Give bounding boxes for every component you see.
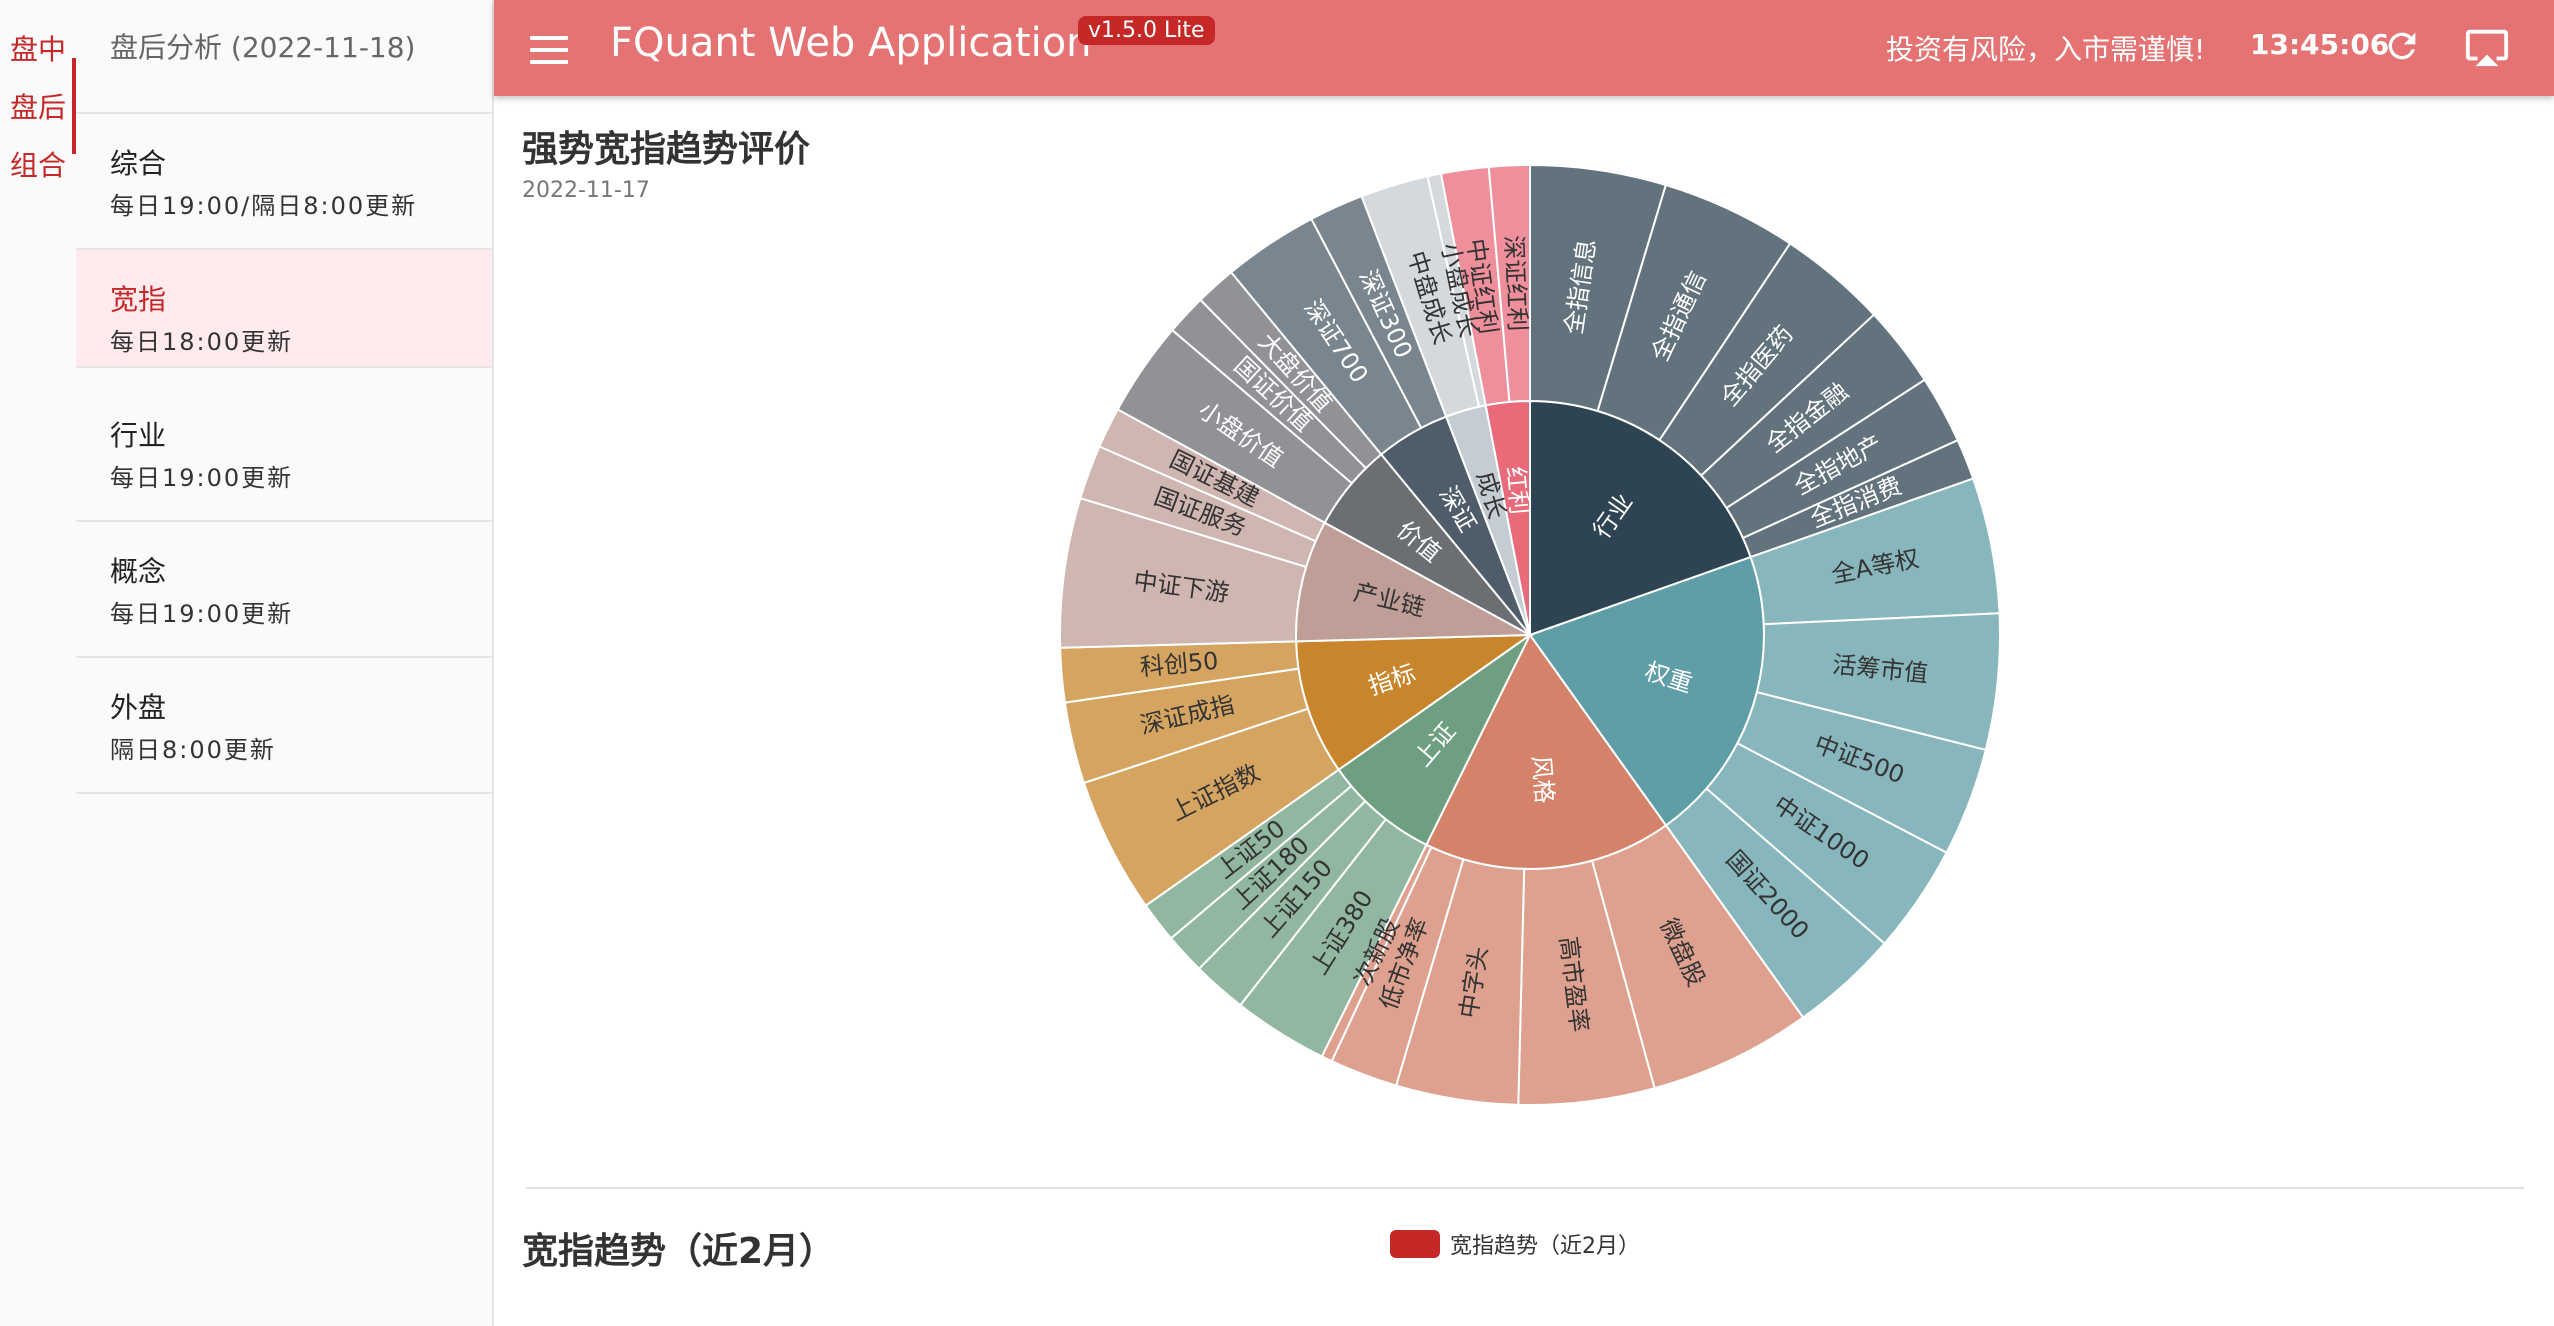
rail-item-label: 组合: [9, 149, 66, 182]
sidebar-item-broad-index[interactable]: 宽指 每日18:00更新: [76, 250, 492, 368]
sidebar-item-label: 概念: [110, 555, 167, 588]
sidebar: 盘后分析 (2022-11-18) 综合 每日19:00/隔日8:00更新 宽指…: [76, 0, 494, 1326]
sidebar-item-concept[interactable]: 概念 每日19:00更新: [76, 522, 492, 658]
sidebar-item-label: 外盘: [110, 691, 167, 724]
sidebar-item-schedule: 每日19:00/隔日8:00更新: [110, 192, 418, 220]
sidebar-item-label: 综合: [110, 147, 167, 180]
sidebar-item-overseas[interactable]: 外盘 隔日8:00更新: [76, 658, 492, 794]
legend-swatch: [1390, 1230, 1440, 1258]
sidebar-item-label: 宽指: [110, 283, 167, 316]
section-title-trend: 宽指趋势（近2月）: [522, 1231, 836, 1272]
risk-warning: 投资有风险，入市需谨慎!: [1886, 33, 2206, 66]
section-date: 2022-11-17: [522, 178, 650, 203]
sidebar-item-industry[interactable]: 行业 每日19:00更新: [76, 386, 492, 522]
sidebar-item-schedule: 每日19:00更新: [110, 600, 294, 628]
sunburst-chart: 行业 全指信息 全指通信 全指医药 全指金融 全指地产 全指消费 权重 全A等权 活筹市值 中证50…: [1020, 150, 2040, 1120]
app-bar: FQuant Web Application v1.5.0 Lite 投资有风险…: [494, 0, 2554, 96]
sidebar-item-label: 行业: [110, 419, 167, 452]
airplay-icon[interactable]: [2464, 24, 2510, 70]
sunburst-label: 红利: [1501, 465, 1533, 515]
menu-icon[interactable]: [530, 36, 568, 64]
sunburst-label: 风格: [1527, 754, 1559, 804]
sidebar-item-schedule: 每日18:00更新: [110, 328, 294, 356]
sidebar-title: 盘后分析 (2022-11-18): [110, 31, 416, 64]
sunburst-label: 深证红利: [1499, 235, 1531, 332]
rail-item-portfolio[interactable]: 组合: [0, 116, 76, 212]
chart-legend[interactable]: 宽指趋势（近2月）: [1390, 1228, 1640, 1260]
sunburst-svg: 行业全指信息 全指通信全指医药全指金融全指地产全指消费权重全A等权活筹市值中证50…: [1059, 163, 2001, 1106]
mode-rail: 盘中 盘后 组合: [0, 0, 76, 1326]
refresh-icon[interactable]: [2382, 26, 2422, 66]
app-title: FQuant Web Application: [610, 20, 1092, 66]
version-badge: v1.5.0 Lite: [1078, 16, 1215, 45]
sidebar-item-schedule: 每日19:00更新: [110, 464, 294, 492]
divider: [526, 1187, 2524, 1189]
clock: 13:45:06: [2250, 28, 2390, 61]
section-title: 强势宽指趋势评价: [522, 129, 811, 170]
sidebar-item-composite[interactable]: 综合 每日19:00/隔日8:00更新: [76, 114, 492, 250]
legend-label: 宽指趋势（近2月）: [1450, 1234, 1640, 1259]
sidebar-item-schedule: 隔日8:00更新: [110, 736, 276, 764]
